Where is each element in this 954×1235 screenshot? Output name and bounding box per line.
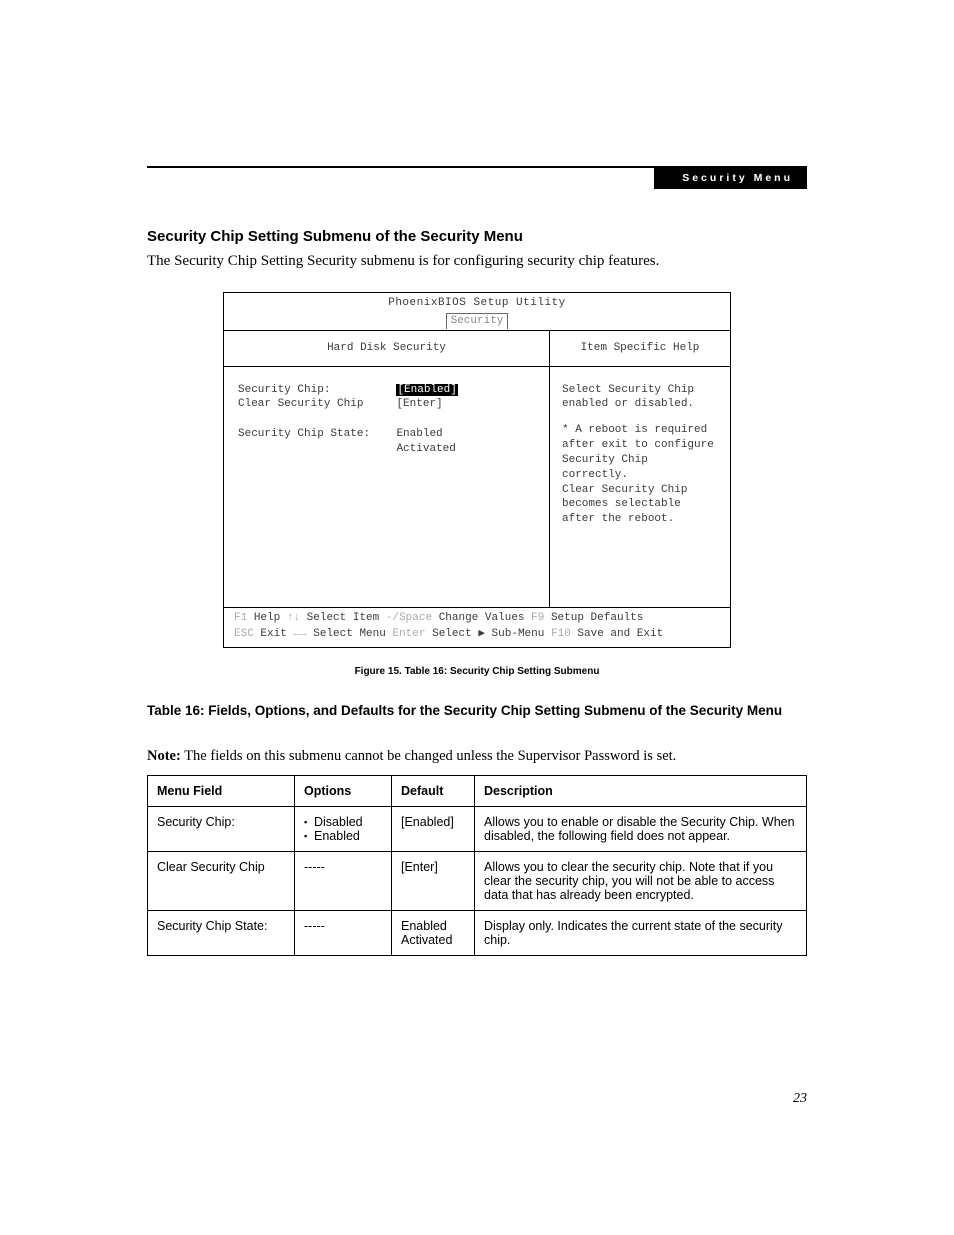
key-exit: Exit — [260, 628, 286, 640]
table-row: Security Chip: Disabled Enabled [Enabled… — [148, 806, 807, 851]
cell-description: Allows you to enable or disable the Secu… — [475, 806, 807, 851]
bios-footer: F1 Help ↑↓ Select Item -/Space Change Va… — [223, 608, 731, 648]
key-select-item: Select Item — [307, 612, 380, 624]
cell-options: ----- — [295, 851, 392, 910]
help-line: becomes selectable — [562, 497, 718, 512]
field-security-chip-label: Security Chip: — [238, 384, 330, 396]
bios-tab-security: Security — [446, 313, 509, 329]
key-f9: F9 — [531, 612, 544, 624]
page-number: 23 — [793, 1091, 807, 1107]
left-pane-title: Hard Disk Security — [224, 331, 549, 367]
key-help-label: Help — [254, 612, 280, 624]
cell-menu: Security Chip: — [148, 806, 295, 851]
help-line: after exit to configure — [562, 438, 718, 453]
key-minus-space: -/Space — [386, 612, 432, 624]
intro-text: The Security Chip Setting Security subme… — [147, 253, 807, 270]
key-change-values: Change Values — [439, 612, 525, 624]
arrows-leftright-icon: ←→ — [293, 628, 306, 640]
bios-title: PhoenixBIOS Setup Utility — [224, 293, 730, 312]
th-options: Options — [295, 775, 392, 806]
field-security-chip-value: [Enabled] — [396, 384, 457, 396]
arrows-updown-icon: ↑↓ — [287, 612, 300, 624]
help-line: Select Security Chip — [562, 383, 718, 398]
section-title: Security Chip Setting Submenu of the Sec… — [147, 228, 807, 245]
cell-default: [Enter] — [392, 851, 475, 910]
figure-caption: Figure 15. Table 16: Security Chip Setti… — [147, 666, 807, 677]
key-select-menu: Select Menu — [313, 628, 386, 640]
cell-description: Display only. Indicates the current stat… — [475, 910, 807, 955]
table-header-row: Menu Field Options Default Description — [148, 775, 807, 806]
cell-default: Enabled Activated — [392, 910, 475, 955]
field-state-label: Security Chip State: — [238, 428, 370, 440]
key-setup-defaults: Setup Defaults — [551, 612, 643, 624]
key-select-sub: Select ▶ Sub-Menu — [432, 628, 544, 640]
th-default: Default — [392, 775, 475, 806]
bios-tab-row: Security — [224, 312, 730, 330]
right-pane-content: Select Security Chip enabled or disabled… — [550, 367, 730, 568]
cell-default: [Enabled] — [392, 806, 475, 851]
table-title: Table 16: Fields, Options, and Defaults … — [147, 703, 807, 718]
option-item: Enabled — [304, 829, 382, 843]
th-menu: Menu Field — [148, 775, 295, 806]
right-pane-title: Item Specific Help — [550, 331, 730, 367]
field-clear-label: Clear Security Chip — [238, 398, 363, 410]
cell-options: Disabled Enabled — [295, 806, 392, 851]
field-state-value2: Activated — [396, 443, 455, 455]
help-line: after the reboot. — [562, 512, 718, 527]
cell-description: Allows you to clear the security chip. N… — [475, 851, 807, 910]
field-state-value1: Enabled — [396, 428, 442, 440]
help-line: enabled or disabled. — [562, 397, 718, 412]
note-label: Note: — [147, 748, 181, 764]
th-description: Description — [475, 775, 807, 806]
fields-table: Menu Field Options Default Description S… — [147, 775, 807, 956]
content: Security Chip Setting Submenu of the Sec… — [147, 228, 807, 956]
page: Security Menu Security Chip Setting Subm… — [0, 0, 954, 1235]
left-pane-content: Security Chip: [Enabled] Clear Security … — [224, 367, 549, 607]
option-item: Disabled — [304, 815, 382, 829]
help-line: * A reboot is required — [562, 423, 718, 438]
key-f10: F10 — [551, 628, 571, 640]
field-clear-value: [Enter] — [396, 398, 442, 410]
table-row: Security Chip State: ----- Enabled Activ… — [148, 910, 807, 955]
bios-screenshot: PhoenixBIOS Setup Utility Security Hard … — [223, 292, 731, 648]
key-f1: F1 — [234, 612, 247, 624]
bios-left-pane: Hard Disk Security Security Chip: [Enabl… — [224, 331, 550, 607]
header-badge: Security Menu — [654, 168, 807, 189]
cell-menu: Security Chip State: — [148, 910, 295, 955]
help-line: Clear Security Chip — [562, 483, 718, 498]
cell-menu: Clear Security Chip — [148, 851, 295, 910]
key-save-exit: Save and Exit — [577, 628, 663, 640]
bios-right-pane: Item Specific Help Select Security Chip … — [550, 331, 730, 607]
table-row: Clear Security Chip ----- [Enter] Allows… — [148, 851, 807, 910]
cell-options: ----- — [295, 910, 392, 955]
key-enter: Enter — [392, 628, 425, 640]
key-esc: ESC — [234, 628, 254, 640]
help-line: Security Chip correctly. — [562, 453, 718, 483]
note-text: The fields on this submenu cannot be cha… — [181, 748, 676, 764]
note: Note: The fields on this submenu cannot … — [147, 748, 807, 765]
